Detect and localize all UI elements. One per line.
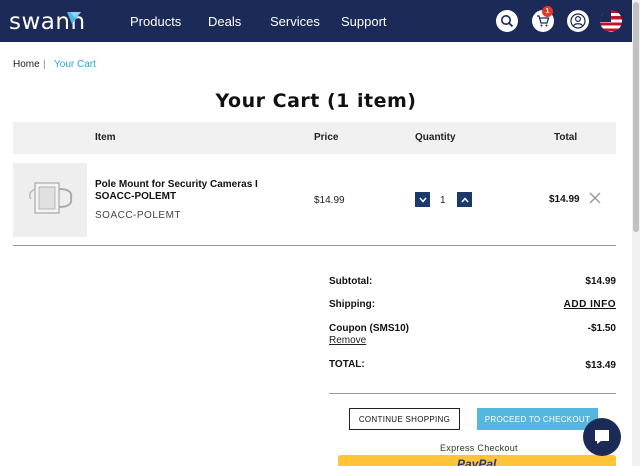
column-header-item: Item xyxy=(95,132,116,143)
proceed-to-checkout-button[interactable]: PROCEED TO CHECKOUT xyxy=(477,408,598,430)
column-header-total: Total xyxy=(554,132,578,143)
summary-divider xyxy=(329,393,616,394)
us-flag-icon[interactable] xyxy=(600,10,622,32)
coupon-label: Coupon (SMS10) xyxy=(329,323,409,334)
express-checkout-label: Express Checkout xyxy=(440,443,518,453)
coupon-remove-link[interactable]: Remove xyxy=(329,335,366,346)
cart-count-badge: 1 xyxy=(542,6,553,17)
quantity-increase-button[interactable] xyxy=(457,192,472,207)
nav-services[interactable]: Services xyxy=(270,14,320,29)
column-header-price: Price xyxy=(314,132,339,143)
shipping-label: Shipping: xyxy=(329,299,376,310)
continue-shopping-button[interactable]: CONTINUE SHOPPING xyxy=(349,408,460,430)
chevron-down-icon xyxy=(418,197,427,203)
paypal-button[interactable]: PayPal xyxy=(338,455,616,466)
logo-wing-icon xyxy=(67,12,81,24)
line-total: $14.99 xyxy=(549,194,580,205)
search-icon xyxy=(501,15,514,28)
page-title: Your Cart (1 item) xyxy=(215,90,417,112)
total-value: $13.49 xyxy=(585,360,616,371)
chevron-up-icon xyxy=(460,196,469,202)
account-button[interactable] xyxy=(567,10,589,32)
paypal-logo: PayPal xyxy=(457,457,497,466)
subtotal-label: Subtotal: xyxy=(329,276,373,287)
user-icon xyxy=(570,13,586,29)
shipping-add-info-link[interactable]: ADD INFO xyxy=(564,299,616,310)
scrollbar-thumb[interactable] xyxy=(633,2,639,232)
nav-support[interactable]: Support xyxy=(341,14,387,29)
pole-mount-image xyxy=(28,182,73,214)
nav-deals[interactable]: Deals xyxy=(208,14,241,29)
coupon-value: -$1.50 xyxy=(587,323,616,334)
breadcrumb-separator: | xyxy=(43,59,46,70)
product-image[interactable] xyxy=(13,163,87,237)
breadcrumb-current: Your Cart xyxy=(54,59,96,70)
row-divider xyxy=(13,245,616,246)
close-icon[interactable] xyxy=(588,191,602,205)
search-button[interactable] xyxy=(496,10,518,32)
chat-bubble-icon xyxy=(595,430,609,444)
product-sku: SOACC-POLEMT xyxy=(95,210,182,221)
total-label: TOTAL: xyxy=(329,359,365,370)
quantity-decrease-button[interactable] xyxy=(415,192,430,207)
column-header-quantity: Quantity xyxy=(415,132,456,143)
site-header: swann Products Deals Services Support 1 xyxy=(0,0,632,42)
chat-button[interactable] xyxy=(583,418,621,456)
subtotal-value: $14.99 xyxy=(585,276,616,287)
cart-table-header: Item Price Quantity Total xyxy=(13,122,616,154)
nav-products[interactable]: Products xyxy=(130,14,181,29)
product-name[interactable]: Pole Mount for Security Cameras I SOACC-… xyxy=(95,179,295,203)
quantity-value[interactable]: 1 xyxy=(440,195,446,206)
breadcrumb-home[interactable]: Home xyxy=(13,59,40,70)
product-price: $14.99 xyxy=(314,195,345,206)
